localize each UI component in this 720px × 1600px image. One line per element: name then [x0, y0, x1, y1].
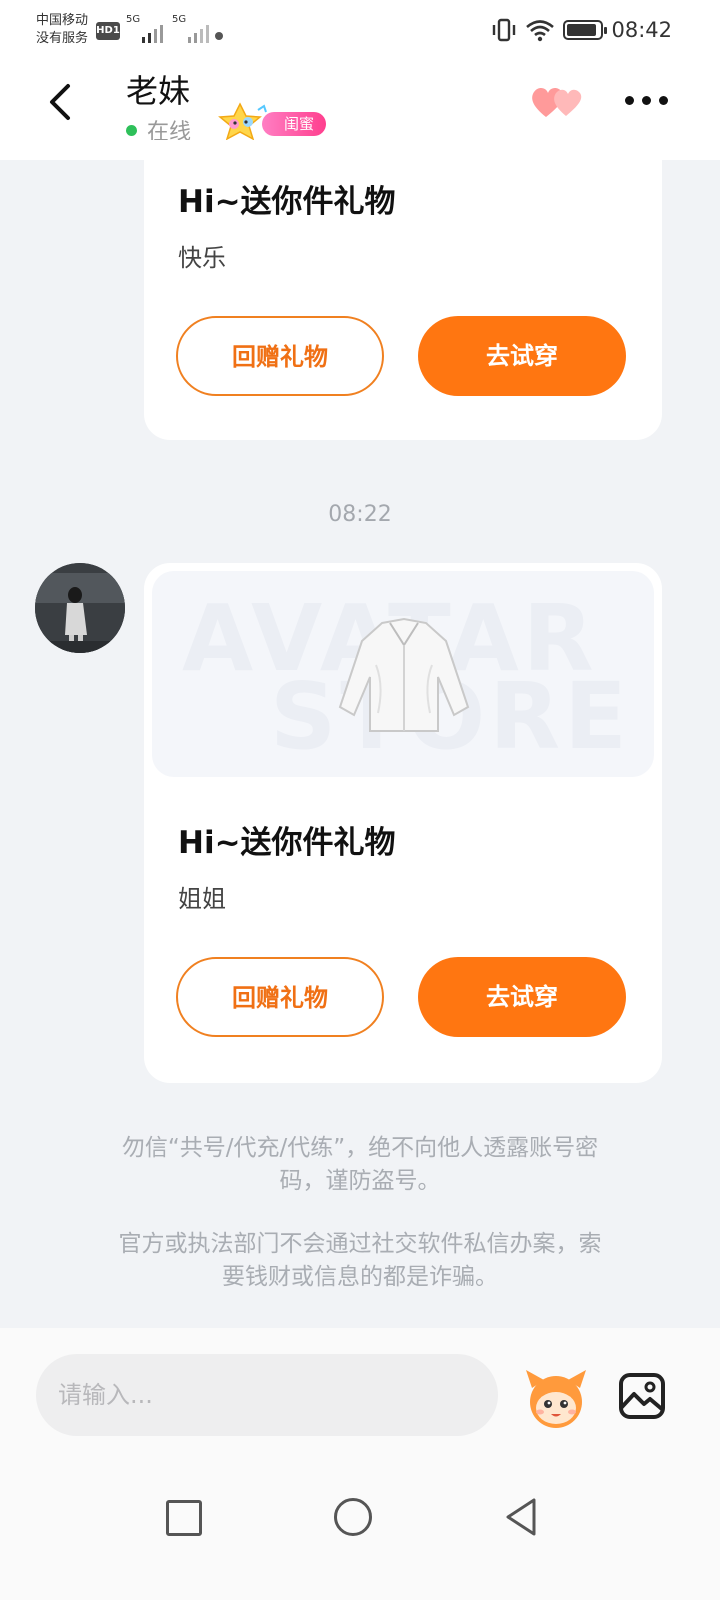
try-on-button[interactable]: 去试穿: [418, 316, 626, 396]
notice-line: 勿信“共号/代充/代练”，绝不向他人透露账号密: [121, 1135, 599, 1161]
system-nav-bar: [0, 1460, 720, 1600]
gallery-icon: [619, 1373, 665, 1419]
message-input[interactable]: 请输入...: [36, 1354, 498, 1436]
status-right: 08:42: [491, 18, 672, 42]
account-safety-notice: 勿信“共号/代充/代练”，绝不向他人透露账号密 码，谨防盗号。: [70, 1132, 650, 1198]
notice-line: 要钱财或信息的都是诈骗。: [222, 1264, 498, 1290]
notice-line: 码，谨防盗号。: [279, 1168, 441, 1194]
status-bar: 中国移动 没有服务 HD1 5G 5G 08:42: [0, 0, 720, 62]
more-dot: [642, 96, 651, 105]
gift-card-title: Hi~送你件礼物: [178, 825, 396, 861]
online-dot: [126, 124, 137, 136]
try-on-button[interactable]: 去试穿: [418, 957, 626, 1037]
gift-card-message: 姐姐: [178, 885, 226, 913]
relationship-badge[interactable]: 闺蜜: [212, 102, 332, 141]
message-timestamp: 08:22: [328, 502, 392, 527]
back-arrow-icon: [50, 84, 70, 120]
gift-card-message: 快乐: [178, 244, 226, 272]
carrier-status: 没有服务: [36, 31, 89, 46]
contact-name[interactable]: 老妹: [126, 66, 190, 112]
battery-icon: [563, 20, 608, 40]
carrier-name: 中国移动: [36, 13, 89, 28]
more-button[interactable]: [625, 96, 668, 105]
intimacy-button[interactable]: [528, 84, 584, 124]
gift-card: Hi~送你件礼物 快乐 回赠礼物 去试穿: [144, 140, 662, 440]
gift-card: AVATAR STORE Hi~送你件礼物 姐姐 回赠礼物 去试穿: [144, 563, 662, 1083]
back-nav-button[interactable]: [504, 1496, 538, 1538]
return-gift-button[interactable]: 回赠礼物: [176, 316, 384, 396]
signal-icon-2: [188, 25, 223, 43]
network-type-2: 5G: [172, 14, 238, 45]
gift-card-title: Hi~送你件礼物: [178, 184, 396, 220]
mascot-icon: [526, 1370, 586, 1428]
recents-button[interactable]: [166, 1500, 202, 1536]
back-triangle-icon: [506, 1498, 536, 1536]
more-dot: [659, 96, 668, 105]
image-button[interactable]: [618, 1372, 666, 1420]
clock: 08:42: [611, 18, 672, 42]
emoji-button[interactable]: [522, 1364, 590, 1432]
gift-preview[interactable]: AVATAR STORE: [152, 571, 654, 777]
battery-fill: [567, 24, 597, 36]
wifi-icon: [526, 20, 555, 42]
star-mascot-icon: [218, 102, 267, 141]
fraud-warning-notice: 官方或执法部门不会通过社交软件私信办案，索 要钱财或信息的都是诈骗。: [70, 1228, 650, 1294]
return-gift-button[interactable]: 回赠礼物: [176, 957, 384, 1037]
notice-line: 官方或执法部门不会通过社交软件私信办案，索: [118, 1231, 602, 1257]
shirt-icon: [338, 617, 470, 732]
vibrate-icon: [493, 18, 516, 42]
carrier-info: 中国移动 没有服务: [36, 12, 88, 48]
hearts-icon: [532, 87, 582, 117]
home-button[interactable]: [334, 1498, 372, 1536]
network-type-1: 5G: [126, 14, 168, 45]
sender-avatar[interactable]: [35, 563, 125, 653]
more-dot: [625, 96, 634, 105]
signal-icon: [142, 25, 163, 43]
hd-badge: HD1: [96, 22, 120, 40]
avatar-photo: [35, 563, 125, 653]
back-button[interactable]: [42, 82, 82, 122]
input-bar: 请输入...: [0, 1328, 720, 1460]
